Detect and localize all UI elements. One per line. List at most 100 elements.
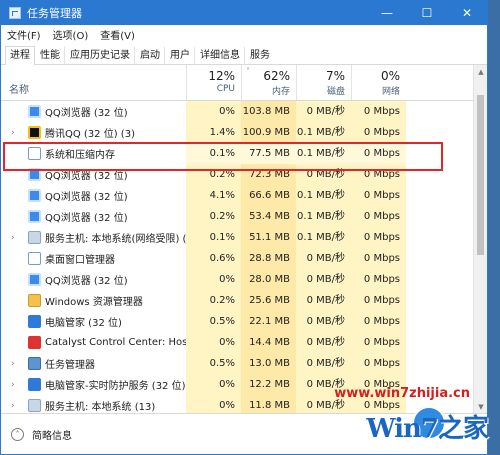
system-icon xyxy=(28,147,41,160)
cpu-usage: 0% xyxy=(186,332,241,353)
table-row[interactable]: 电脑管家 (32 位) 0.5% 22.1 MB 0 MB/秒 0 Mbps xyxy=(1,311,487,332)
tab-processes[interactable]: 进程 xyxy=(5,46,35,65)
disk-usage: 0.1 MB/秒 xyxy=(296,143,351,164)
maximize-button[interactable]: ☐ xyxy=(407,1,447,25)
tab-details[interactable]: 详细信息 xyxy=(195,46,245,64)
chevron-up-icon[interactable]: ˄ xyxy=(11,427,24,441)
table-row[interactable]: QQ浏览器 (32 位) 4.1% 66.6 MB 0.1 MB/秒 0 Mbps xyxy=(1,185,487,206)
pc-manager-shield-icon xyxy=(28,378,41,391)
minimize-button[interactable]: — xyxy=(367,1,407,25)
network-usage: 0 Mbps xyxy=(351,248,406,269)
table-row[interactable]: › 服务主机: 本地系统(网络受限) (... 0.1% 51.1 MB 0.1 MB/… xyxy=(1,227,487,248)
menu-view[interactable]: 查看(V) xyxy=(100,27,135,42)
memory-usage: 14.4 MB xyxy=(241,332,296,353)
tab-services[interactable]: 服务 xyxy=(245,46,275,64)
task-manager-window: 任务管理器 — ☐ ✕ 文件(F) 选项(O) 查看(V) 进程 性能 应用历史… xyxy=(0,0,488,455)
disk-usage: 0 MB/秒 xyxy=(296,164,351,185)
table-row[interactable]: 系统和压缩内存 0.1% 77.5 MB 0.1 MB/秒 0 Mbps xyxy=(1,143,487,164)
table-row[interactable]: Catalyst Control Center: Host... 0% 14.4 M… xyxy=(1,332,487,353)
table-row[interactable]: › 电脑管家-实时防护服务 (32 位) 0% 12.2 MB 0 MB/秒 0 Mbps xyxy=(1,374,487,395)
desktop-window-icon xyxy=(28,252,41,265)
qq-browser-icon xyxy=(28,189,41,202)
qq-browser-icon xyxy=(28,273,41,286)
expand-chevron-icon[interactable]: › xyxy=(11,380,19,390)
memory-total-pct: 62% xyxy=(263,69,290,83)
expand-chevron-icon[interactable]: › xyxy=(11,359,19,369)
network-usage: 0 Mbps xyxy=(351,143,406,164)
disk-usage: 0 MB/秒 xyxy=(296,290,351,311)
process-name: QQ浏览器 (32 位) xyxy=(45,108,128,119)
table-row[interactable]: › 服务主机: 本地系统 (13) 0% 11.8 MB 0 MB/秒 0 Mbps xyxy=(1,395,487,414)
menu-options[interactable]: 选项(O) xyxy=(53,27,89,42)
window-title: 任务管理器 xyxy=(27,7,82,20)
cpu-usage: 0.2% xyxy=(186,164,241,185)
cpu-usage: 0.5% xyxy=(186,311,241,332)
cpu-usage: 0% xyxy=(186,395,241,414)
memory-usage: 13.0 MB xyxy=(241,353,296,374)
scrollbar-thumb[interactable] xyxy=(477,95,484,255)
memory-usage: 53.4 MB xyxy=(241,206,296,227)
cpu-usage: 4.1% xyxy=(186,185,241,206)
network-usage: 0 Mbps xyxy=(351,374,406,395)
expand-chevron-icon[interactable]: › xyxy=(11,128,19,138)
qq-browser-icon xyxy=(28,210,41,223)
table-row[interactable]: QQ浏览器 (32 位) 0% 103.8 MB 0 MB/秒 0 Mbps xyxy=(1,101,487,122)
network-usage: 0 Mbps xyxy=(351,164,406,185)
cpu-usage: 0.1% xyxy=(186,227,241,248)
cpu-usage: 0.1% xyxy=(186,143,241,164)
scroll-up-icon[interactable]: ▲ xyxy=(474,65,487,79)
scroll-down-icon[interactable]: ▼ xyxy=(474,400,487,414)
column-header-cpu[interactable]: 12% CPU xyxy=(186,65,241,100)
memory-usage: 12.2 MB xyxy=(241,374,296,395)
column-header-memory[interactable]: ˅ 62% 内存 xyxy=(241,65,296,100)
close-button[interactable]: ✕ xyxy=(447,1,487,25)
tab-app-history[interactable]: 应用历史记录 xyxy=(65,46,135,64)
memory-usage: 28.0 MB xyxy=(241,269,296,290)
process-table: 名称 12% CPU ˅ 62% 内存 7% 磁盘 0% 网络 QQ浏览器 (3… xyxy=(1,65,487,414)
cpu-label: CPU xyxy=(216,84,235,94)
table-row[interactable]: › 腾讯QQ (32 位) (3) 1.4% 100.9 MB 0.1 MB/秒 0 Mb… xyxy=(1,122,487,143)
process-name: 系统和压缩内存 xyxy=(45,150,115,161)
table-row[interactable]: QQ浏览器 (32 位) 0.2% 72.3 MB 0 MB/秒 0 Mbps xyxy=(1,164,487,185)
table-row[interactable]: QQ浏览器 (32 位) 0.2% 53.4 MB 0.1 MB/秒 0 Mbps xyxy=(1,206,487,227)
network-usage: 0 Mbps xyxy=(351,206,406,227)
title-bar[interactable]: 任务管理器 — ☐ ✕ xyxy=(1,1,487,25)
fewer-details-link[interactable]: 简略信息 xyxy=(32,427,72,442)
table-row[interactable]: › 任务管理器 0.5% 13.0 MB 0 MB/秒 0 Mbps xyxy=(1,353,487,374)
column-header-name[interactable]: 名称 xyxy=(9,81,29,96)
process-name: Windows 资源管理器 xyxy=(45,297,143,308)
disk-total-pct: 7% xyxy=(325,69,345,83)
disk-usage: 0 MB/秒 xyxy=(296,101,351,122)
process-name: QQ浏览器 (32 位) xyxy=(45,192,128,203)
window-controls: — ☐ ✕ xyxy=(367,1,487,25)
sort-desc-icon: ˅ xyxy=(246,67,250,76)
memory-label: 内存 xyxy=(271,87,290,97)
column-header-network[interactable]: 0% 网络 xyxy=(351,65,406,100)
disk-usage: 0 MB/秒 xyxy=(296,332,351,353)
disk-usage: 0 MB/秒 xyxy=(296,269,351,290)
table-row[interactable]: QQ浏览器 (32 位) 0% 28.0 MB 0 MB/秒 0 Mbps xyxy=(1,269,487,290)
vertical-scrollbar[interactable]: ▲ ▼ xyxy=(473,65,487,414)
menu-bar: 文件(F) 选项(O) 查看(V) xyxy=(1,25,487,43)
network-usage: 0 Mbps xyxy=(351,311,406,332)
tab-performance[interactable]: 性能 xyxy=(35,46,65,64)
network-usage: 0 Mbps xyxy=(351,269,406,290)
table-row[interactable]: Windows 资源管理器 0.2% 25.6 MB 0 MB/秒 0 Mbps xyxy=(1,290,487,311)
expand-chevron-icon[interactable]: › xyxy=(11,233,19,243)
network-total-pct: 0% xyxy=(380,69,400,83)
memory-usage: 11.8 MB xyxy=(241,395,296,414)
table-row[interactable]: 桌面窗口管理器 0.6% 28.8 MB 0 MB/秒 0 Mbps xyxy=(1,248,487,269)
tab-users[interactable]: 用户 xyxy=(165,46,195,64)
network-usage: 0 Mbps xyxy=(351,185,406,206)
process-name: 桌面窗口管理器 xyxy=(45,255,115,266)
cpu-usage: 1.4% xyxy=(186,122,241,143)
qq-browser-icon xyxy=(28,105,41,118)
column-header-disk[interactable]: 7% 磁盘 xyxy=(296,65,351,100)
expand-chevron-icon[interactable]: › xyxy=(11,401,19,411)
process-name: 电脑管家 (32 位) xyxy=(45,318,122,329)
disk-usage: 0 MB/秒 xyxy=(296,248,351,269)
network-usage: 0 Mbps xyxy=(351,290,406,311)
explorer-icon xyxy=(28,294,41,307)
menu-file[interactable]: 文件(F) xyxy=(7,27,41,42)
tab-startup[interactable]: 启动 xyxy=(135,46,165,64)
